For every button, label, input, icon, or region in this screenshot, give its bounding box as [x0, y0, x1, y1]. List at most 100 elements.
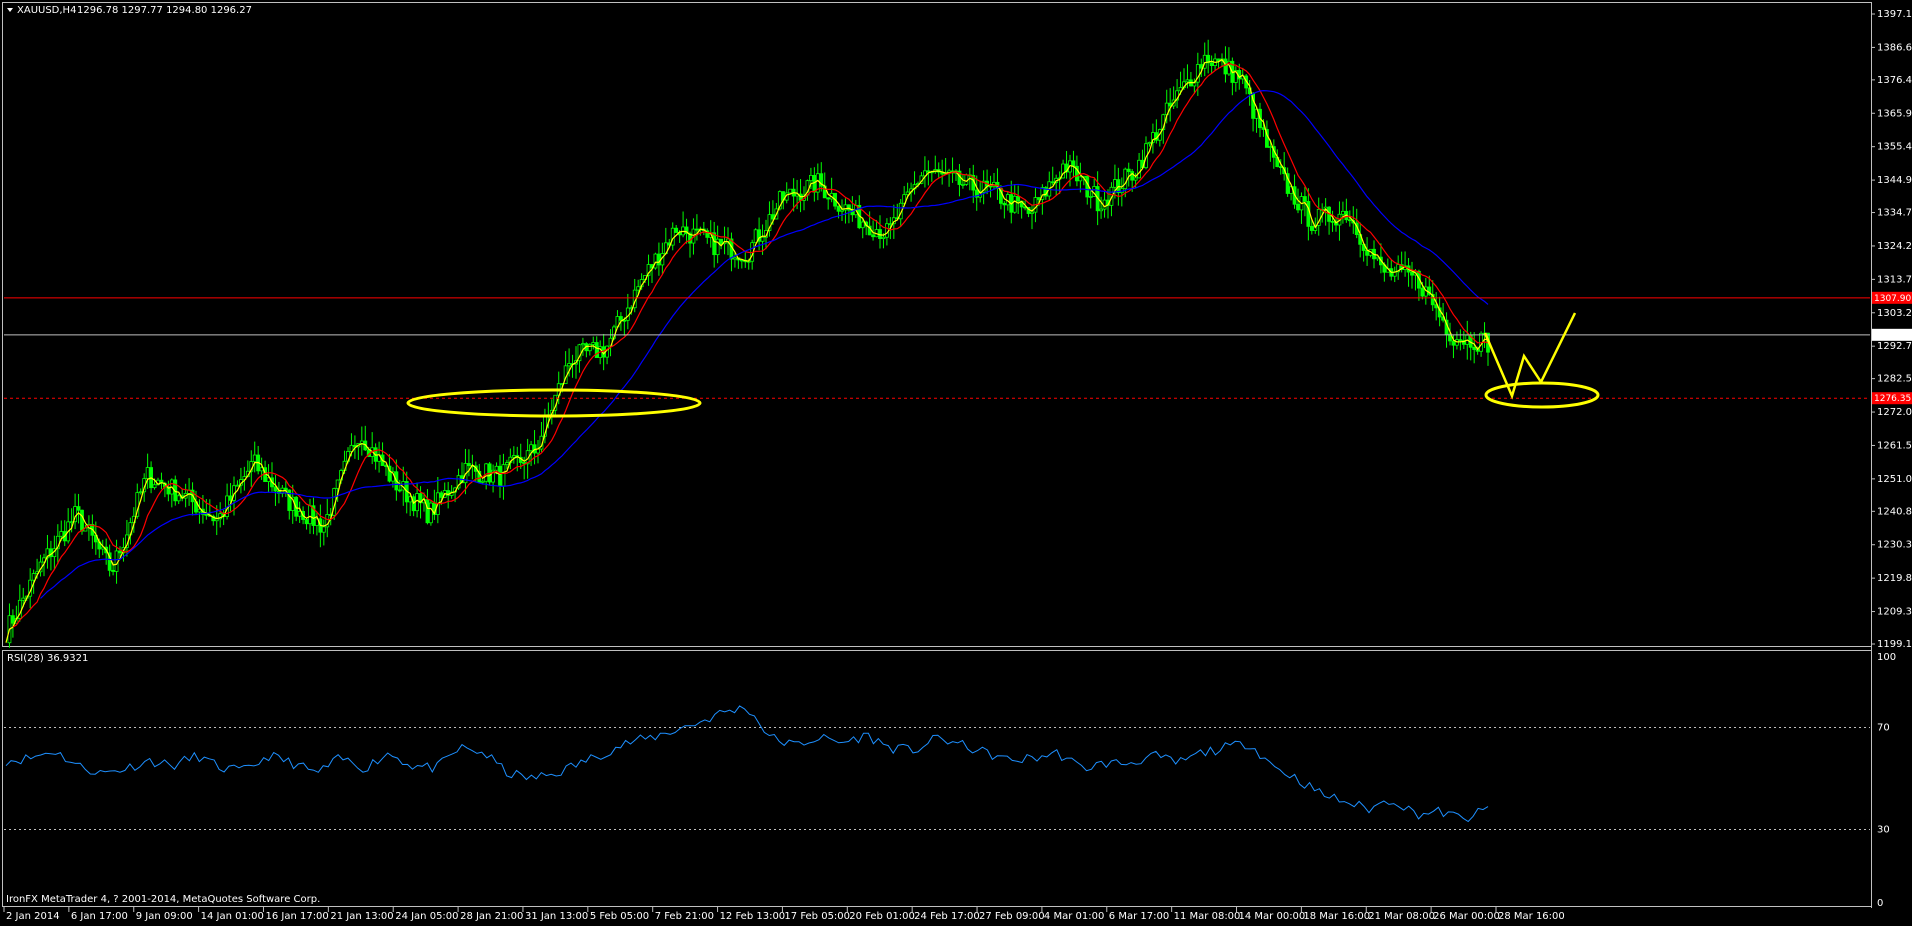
bear-candle	[118, 550, 122, 554]
price-tick-label: 1386.60	[1877, 42, 1912, 53]
price-tick-label: 1219.80	[1877, 573, 1912, 584]
bull-candle	[885, 223, 889, 238]
time-tick-label: 11 Mar 08:00	[1174, 911, 1241, 922]
bull-candle	[1113, 179, 1117, 188]
bear-candle	[674, 227, 679, 233]
bear-candle	[1330, 220, 1335, 223]
bull-candle	[567, 363, 571, 367]
chart-menu-arrow-icon[interactable]	[7, 8, 13, 12]
time-tick-label: 24 Jan 05:00	[395, 911, 458, 922]
price-axis: 1397.10 1386.60 1376.40 1365.90 1355.40 1344.…	[1871, 9, 1912, 650]
rsi-header: RSI(28) 36.9321	[7, 653, 88, 664]
bear-candle	[1306, 200, 1311, 227]
bear-candle	[1410, 271, 1414, 276]
bear-candle	[304, 519, 309, 525]
price-tick-label: 1282.50	[1877, 374, 1912, 385]
bull-candle	[138, 491, 143, 494]
bull-candle	[1268, 146, 1273, 148]
bear-candle	[1223, 58, 1228, 75]
price-tick-label: 1230.30	[1877, 540, 1912, 551]
bear-candle	[836, 205, 841, 212]
time-tick-label: 18 Mar 16:00	[1303, 911, 1370, 922]
rsi-plot[interactable]	[4, 705, 1870, 830]
bear-candle	[283, 487, 288, 491]
bull-candle	[1123, 168, 1128, 190]
bear-candle	[1458, 339, 1463, 342]
price-plot[interactable]	[4, 39, 1870, 648]
bear-candle	[498, 465, 502, 487]
bull-candle	[415, 493, 419, 512]
price-tick-label: 1324.20	[1877, 241, 1912, 252]
rsi-axis: 100 70 30 0	[1877, 652, 1896, 909]
resistance-tag-label: 1307.90	[1874, 294, 1911, 304]
copyright-text: IronFX MetaTrader 4, ? 2001-2014, MetaQu…	[6, 894, 320, 905]
bull-candle	[860, 221, 865, 229]
bull-candle	[1088, 196, 1093, 198]
bull-candle	[760, 236, 765, 242]
time-tick-label: 26 Mar 00:00	[1433, 911, 1500, 922]
rsi-tick-label: 100	[1877, 652, 1896, 663]
bull-candle	[176, 495, 181, 502]
symbol-timeframe: XAUUSD,H4	[17, 5, 76, 16]
time-tick-label: 27 Feb 09:00	[979, 911, 1045, 922]
price-tick-label: 1365.90	[1877, 108, 1912, 119]
bear-candle	[619, 316, 623, 321]
time-tick-label: 16 Jan 17:00	[265, 911, 328, 922]
time-tick-label: 21 Mar 08:00	[1368, 911, 1435, 922]
chart-window[interactable]: XAUUSD,H4 1296.78 1297.77 1294.80 1296.2…	[0, 0, 1912, 926]
price-tick-label: 1344.90	[1877, 175, 1912, 186]
bear-candle	[719, 238, 723, 245]
time-tick-label: 6 Mar 17:00	[1109, 911, 1169, 922]
bear-candle	[1309, 225, 1314, 231]
time-tick-label: 4 Mar 01:00	[1044, 911, 1104, 922]
time-tick-label: 21 Jan 13:00	[330, 911, 393, 922]
bear-candle	[1365, 250, 1369, 256]
bull-candle	[1137, 159, 1141, 179]
bull-candle	[809, 174, 813, 182]
bull-candle	[840, 209, 844, 212]
bull-candle	[1147, 141, 1152, 145]
price-tick-label: 1355.40	[1877, 142, 1912, 153]
bear-candle	[812, 174, 817, 193]
bull-candle	[21, 597, 26, 601]
bull-candle	[733, 257, 737, 260]
bull-candle	[888, 223, 893, 226]
time-tick-label: 17 Feb 05:00	[784, 911, 850, 922]
bear-candle	[1296, 203, 1300, 211]
bull-candle	[591, 342, 596, 345]
bear-candle	[1071, 160, 1076, 167]
bear-candle	[397, 489, 402, 492]
bear-candle	[712, 232, 717, 256]
bull-candle	[653, 253, 658, 269]
bull-candle	[59, 531, 64, 537]
bear-candle	[1050, 181, 1055, 184]
bull-candle	[505, 462, 509, 466]
bear-candle	[1016, 195, 1021, 202]
bull-candle	[636, 286, 641, 291]
bull-candle	[308, 505, 312, 525]
bear-candle	[76, 506, 81, 511]
bull-candle	[788, 188, 793, 194]
bull-candle	[484, 463, 489, 482]
bull-candle	[529, 444, 533, 452]
time-tick-label: 12 Feb 13:00	[720, 911, 786, 922]
price-tick-label: 1313.70	[1877, 274, 1912, 285]
annotation-ellipse-right[interactable]	[1484, 381, 1600, 409]
bull-candle	[252, 454, 257, 462]
time-tick-label: 14 Mar 00:00	[1239, 911, 1306, 922]
price-tick-label: 1272.00	[1877, 407, 1912, 418]
time-tick-label: 5 Feb 05:00	[590, 911, 649, 922]
bull-candle	[1030, 211, 1034, 214]
bear-candle	[988, 185, 993, 188]
price-tick-label: 1334.70	[1877, 208, 1912, 219]
bear-candle	[1303, 196, 1307, 202]
bear-candle	[1209, 62, 1214, 66]
bull-candle	[429, 502, 433, 524]
rsi-tick-label: 70	[1877, 723, 1890, 734]
bear-candle	[1420, 287, 1425, 297]
bear-candle	[11, 615, 15, 624]
bear-candle	[1278, 166, 1283, 168]
bull-candle	[359, 440, 364, 444]
price-tick-label: 1376.40	[1877, 75, 1912, 86]
current-price-tag-label: 1296.27	[1874, 331, 1911, 341]
